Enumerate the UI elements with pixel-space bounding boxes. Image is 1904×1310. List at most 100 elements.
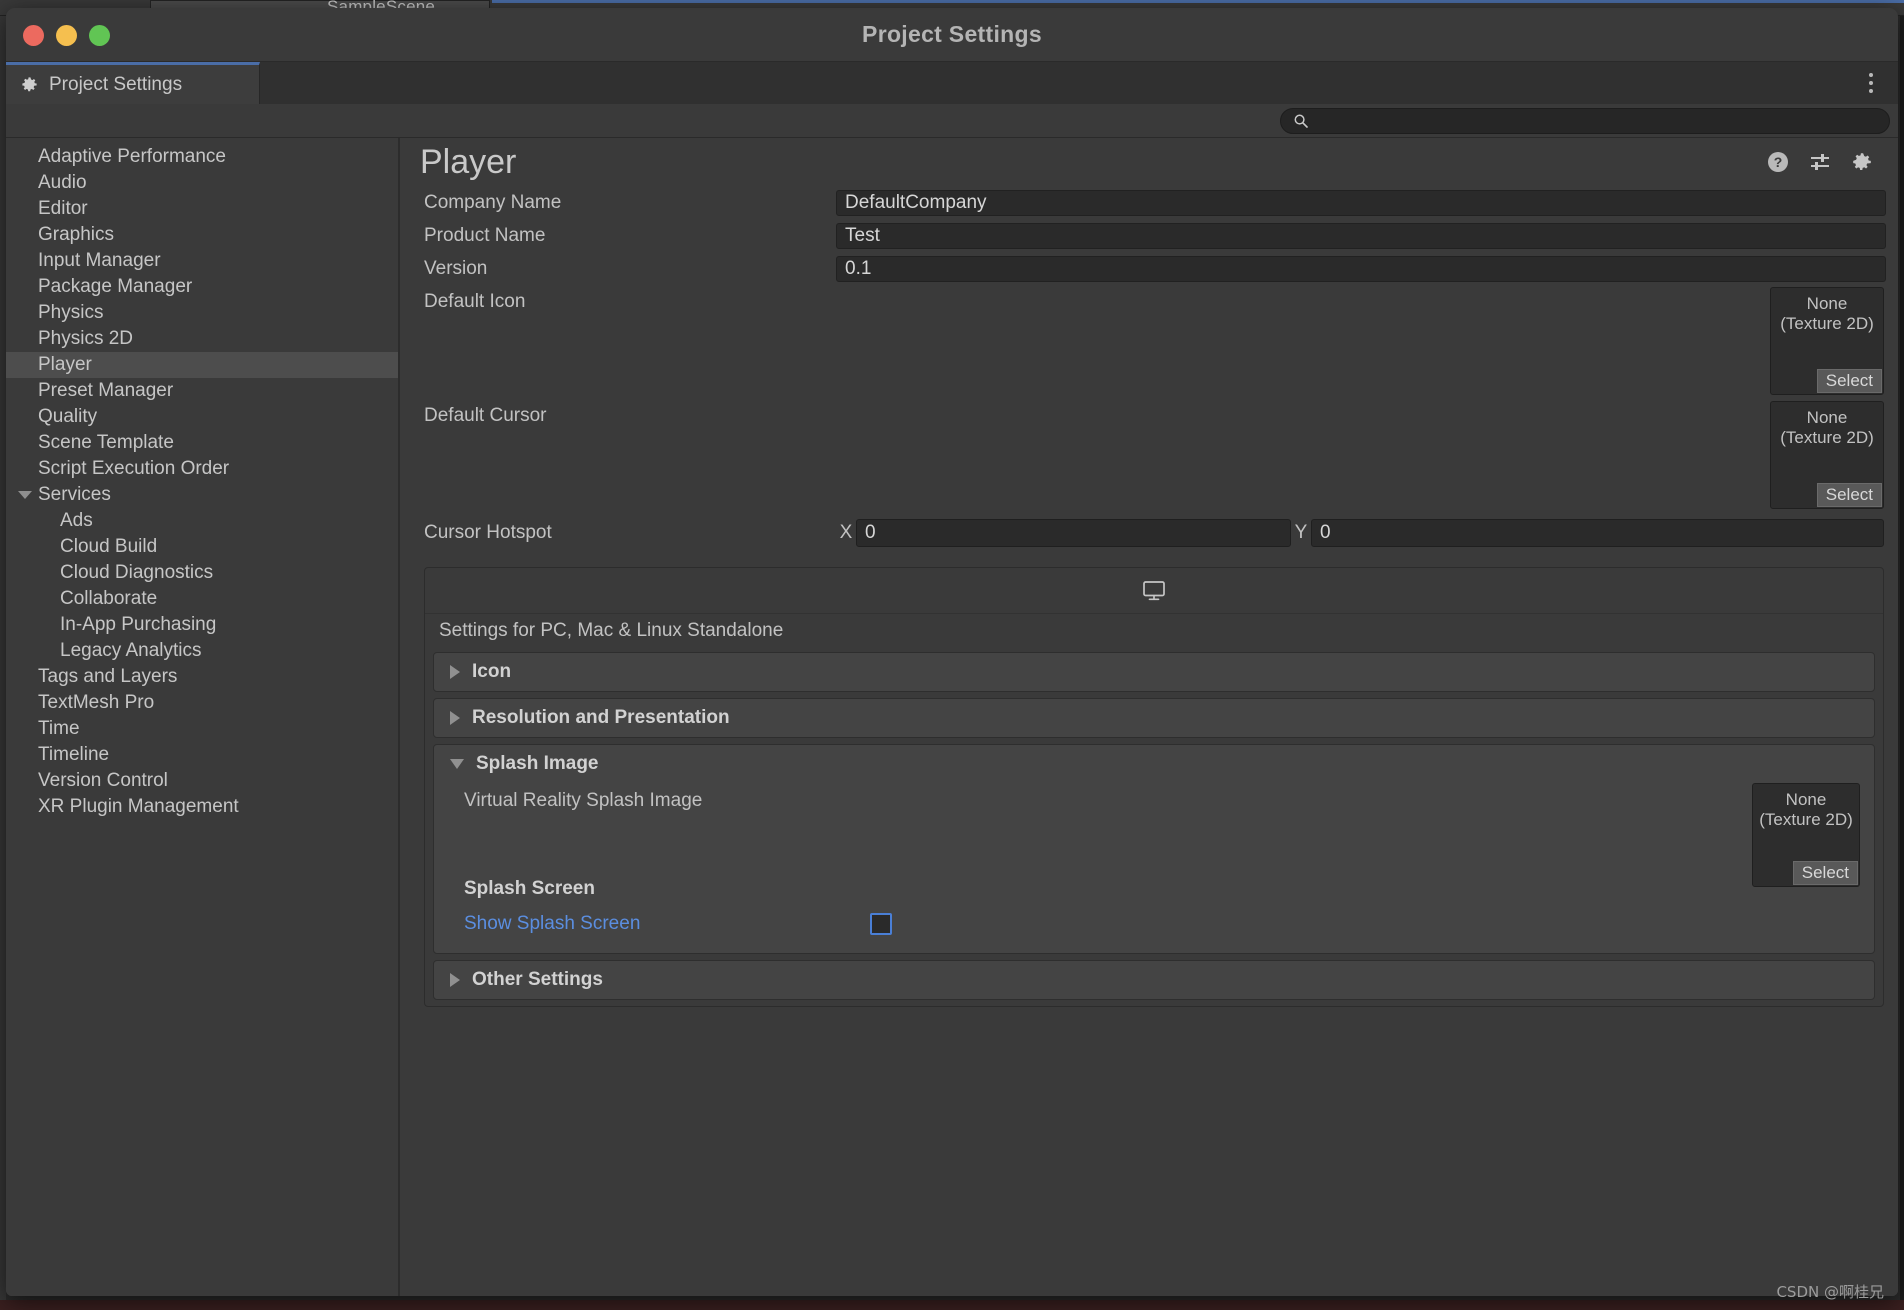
foldout-splash-image-title: Splash Image bbox=[476, 753, 599, 775]
sidebar-item-tags-and-layers[interactable]: Tags and Layers bbox=[6, 664, 398, 690]
default-icon-select-button[interactable]: Select bbox=[1817, 369, 1882, 393]
sidebar-item-label: Legacy Analytics bbox=[60, 640, 202, 662]
sidebar-item-cloud-build[interactable]: Cloud Build bbox=[6, 534, 398, 560]
help-icon[interactable]: ? bbox=[1766, 150, 1790, 174]
vr-splash-image-value-line2: (Texture 2D) bbox=[1753, 810, 1859, 830]
sidebar-item-in-app-purchasing[interactable]: In-App Purchasing bbox=[6, 612, 398, 638]
platform-tab-standalone[interactable] bbox=[1128, 571, 1180, 611]
platform-tab-bar bbox=[425, 568, 1883, 614]
field-label: Company Name bbox=[424, 192, 836, 214]
splash-screen-heading: Splash Screen bbox=[434, 871, 1874, 907]
show-splash-screen-label[interactable]: Show Splash Screen bbox=[464, 913, 870, 935]
sidebar-item-label: Script Execution Order bbox=[38, 458, 229, 480]
window-titlebar: Project Settings bbox=[6, 8, 1898, 62]
foldout-other-settings[interactable]: Other Settings bbox=[433, 960, 1875, 1000]
sidebar-item-player[interactable]: Player bbox=[6, 352, 398, 378]
project-settings-window: Project Settings Project Settings Adapt bbox=[6, 8, 1898, 1296]
default-cursor-select-button[interactable]: Select bbox=[1817, 483, 1882, 507]
default-cursor-object-field[interactable]: None(Texture 2D)Select bbox=[1770, 401, 1884, 509]
vr-splash-image-select-button[interactable]: Select bbox=[1793, 861, 1858, 885]
desktop-monitor-icon bbox=[1141, 579, 1167, 603]
default-cursor-row: Default CursorNone(Texture 2D)Select bbox=[400, 399, 1890, 513]
sidebar-item-scene-template[interactable]: Scene Template bbox=[6, 430, 398, 456]
sidebar-item-editor[interactable]: Editor bbox=[6, 196, 398, 222]
search-box[interactable] bbox=[1280, 108, 1890, 134]
sidebar-item-textmesh-pro[interactable]: TextMesh Pro bbox=[6, 690, 398, 716]
svg-text:?: ? bbox=[1774, 154, 1783, 170]
foldout-other-settings-header[interactable]: Other Settings bbox=[434, 961, 1874, 999]
foldout-resolution-header[interactable]: Resolution and Presentation bbox=[434, 699, 1874, 737]
sidebar-item-services[interactable]: Services bbox=[6, 482, 398, 508]
tab-project-settings-label: Project Settings bbox=[49, 74, 182, 96]
vr-splash-image-object-field[interactable]: None (Texture 2D) Select bbox=[1752, 783, 1860, 887]
panel-header: Player ? bbox=[400, 138, 1890, 186]
sidebar-item-version-control[interactable]: Version Control bbox=[6, 768, 398, 794]
sidebar-item-quality[interactable]: Quality bbox=[6, 404, 398, 430]
foldout-icon[interactable]: Icon bbox=[433, 652, 1875, 692]
minimize-window-button[interactable] bbox=[56, 25, 77, 46]
sidebar-item-label: Preset Manager bbox=[38, 380, 173, 402]
background-right-edge bbox=[1900, 16, 1904, 1310]
sidebar-item-graphics[interactable]: Graphics bbox=[6, 222, 398, 248]
close-window-button[interactable] bbox=[23, 25, 44, 46]
sidebar-item-collaborate[interactable]: Collaborate bbox=[6, 586, 398, 612]
chevron-down-icon bbox=[450, 759, 464, 769]
cursor-hotspot-y-input[interactable]: 0 bbox=[1311, 519, 1884, 547]
product-name-input[interactable]: Test bbox=[836, 223, 1886, 249]
sidebar-item-package-manager[interactable]: Package Manager bbox=[6, 274, 398, 300]
field-row: Company NameDefaultCompany bbox=[400, 186, 1890, 219]
foldout-splash-image[interactable]: Splash Image Virtual Reality Splash Imag… bbox=[433, 744, 1875, 954]
company-name-input[interactable]: DefaultCompany bbox=[836, 190, 1886, 216]
cursor-hotspot-x-input[interactable]: 0 bbox=[856, 519, 1291, 547]
platform-caption: Settings for PC, Mac & Linux Standalone bbox=[425, 614, 1883, 652]
sidebar-item-label: Quality bbox=[38, 406, 97, 428]
player-settings-panel: Player ? bbox=[400, 138, 1898, 1296]
default-icon-object-field[interactable]: None(Texture 2D)Select bbox=[1770, 287, 1884, 395]
sidebar-item-cloud-diagnostics[interactable]: Cloud Diagnostics bbox=[6, 560, 398, 586]
settings-gear-icon[interactable] bbox=[1850, 150, 1874, 174]
sidebar-item-audio[interactable]: Audio bbox=[6, 170, 398, 196]
sidebar-item-label: Audio bbox=[38, 172, 87, 194]
window-body: Adaptive PerformanceAudioEditorGraphicsI… bbox=[6, 138, 1898, 1296]
default-cursor-value-line2: (Texture 2D) bbox=[1771, 428, 1883, 448]
sidebar-item-label: Input Manager bbox=[38, 250, 161, 272]
kebab-menu-icon[interactable] bbox=[1860, 62, 1882, 104]
show-splash-screen-checkbox[interactable] bbox=[870, 913, 892, 935]
chevron-down-icon[interactable] bbox=[18, 491, 32, 499]
foldout-icon-title: Icon bbox=[472, 661, 511, 683]
sidebar-item-legacy-analytics[interactable]: Legacy Analytics bbox=[6, 638, 398, 664]
sidebar-item-adaptive-performance[interactable]: Adaptive Performance bbox=[6, 144, 398, 170]
watermark: CSDN @啊桂兄 bbox=[1776, 1281, 1884, 1302]
sidebar-item-timeline[interactable]: Timeline bbox=[6, 742, 398, 768]
sidebar-item-script-execution-order[interactable]: Script Execution Order bbox=[6, 456, 398, 482]
window-title: Project Settings bbox=[862, 21, 1042, 48]
search-input[interactable] bbox=[1317, 113, 1877, 129]
field-row: Version0.1 bbox=[400, 252, 1890, 285]
sidebar-item-physics-2d[interactable]: Physics 2D bbox=[6, 326, 398, 352]
foldout-resolution-title: Resolution and Presentation bbox=[472, 707, 730, 729]
foldout-resolution-and-presentation[interactable]: Resolution and Presentation bbox=[433, 698, 1875, 738]
field-label: Product Name bbox=[424, 225, 836, 247]
sidebar-item-label: Scene Template bbox=[38, 432, 174, 454]
version-input[interactable]: 0.1 bbox=[836, 256, 1886, 282]
sidebar-item-physics[interactable]: Physics bbox=[6, 300, 398, 326]
sidebar-item-label: Package Manager bbox=[38, 276, 192, 298]
default-icon-label: Default Icon bbox=[424, 285, 836, 313]
tab-project-settings[interactable]: Project Settings bbox=[6, 62, 260, 104]
sidebar-item-xr-plugin-management[interactable]: XR Plugin Management bbox=[6, 794, 398, 820]
panel-header-icons: ? bbox=[1766, 150, 1874, 174]
foldout-icon-header[interactable]: Icon bbox=[434, 653, 1874, 691]
settings-sidebar[interactable]: Adaptive PerformanceAudioEditorGraphicsI… bbox=[6, 138, 400, 1296]
player-text-fields: Company NameDefaultCompanyProduct NameTe… bbox=[400, 186, 1890, 285]
foldout-splash-image-header[interactable]: Splash Image bbox=[434, 745, 1874, 783]
sidebar-item-time[interactable]: Time bbox=[6, 716, 398, 742]
preset-sliders-icon[interactable] bbox=[1808, 150, 1832, 174]
search-icon bbox=[1293, 113, 1309, 129]
zoom-window-button[interactable] bbox=[89, 25, 110, 46]
cursor-hotspot-y-axis: Y bbox=[1291, 522, 1311, 544]
sidebar-item-ads[interactable]: Ads bbox=[6, 508, 398, 534]
sidebar-item-label: Version Control bbox=[38, 770, 168, 792]
sidebar-item-preset-manager[interactable]: Preset Manager bbox=[6, 378, 398, 404]
default-icon-value-line1: None bbox=[1771, 294, 1883, 314]
sidebar-item-input-manager[interactable]: Input Manager bbox=[6, 248, 398, 274]
